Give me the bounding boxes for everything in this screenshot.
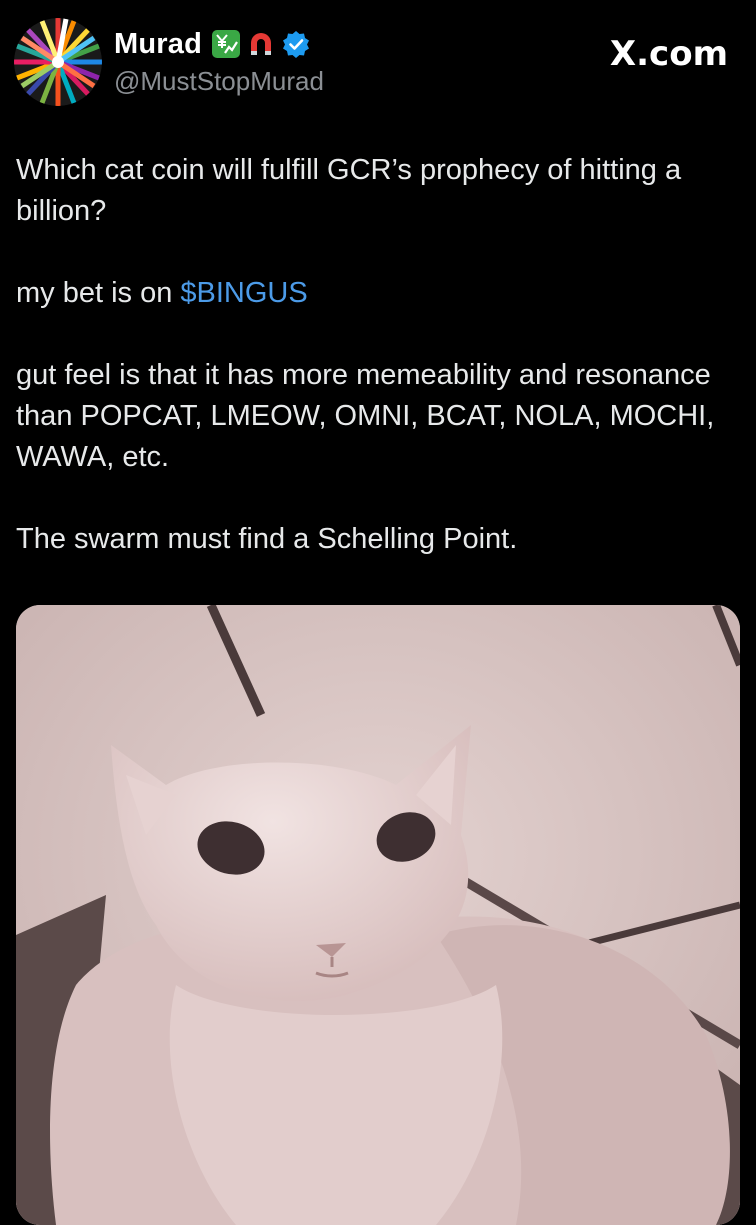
tweet-text: Which cat coin will fulfill GCR’s prophe… xyxy=(16,150,736,560)
tweet-header: Murad @MustStopMurad X.com xyxy=(14,18,742,108)
x-logo: X.com xyxy=(609,34,728,74)
cashtag-link[interactable]: $BINGUS xyxy=(180,277,307,309)
tweet-paragraph-3: gut feel is that it has more memeability… xyxy=(16,359,715,473)
avatar[interactable] xyxy=(14,18,102,106)
tweet-paragraph-2-text: my bet is on xyxy=(16,277,181,309)
name-row: Murad xyxy=(114,26,324,62)
verified-badge-icon xyxy=(282,30,310,58)
tweet-media-image[interactable] xyxy=(16,605,740,1225)
display-name[interactable]: Murad xyxy=(114,28,202,61)
user-handle[interactable]: @MustStopMurad xyxy=(114,66,324,97)
magnet-icon xyxy=(246,29,276,59)
tweet-paragraph-1: Which cat coin will fulfill GCR’s prophe… xyxy=(16,154,682,227)
name-badges xyxy=(212,29,310,59)
tweet-paragraph-4: The swarm must find a Schelling Point. xyxy=(16,523,518,555)
yen-chart-icon xyxy=(212,30,240,58)
tweet-paragraph-2: my bet is on $BINGUS xyxy=(16,273,736,314)
user-info: Murad @MustStopMurad xyxy=(114,26,324,97)
